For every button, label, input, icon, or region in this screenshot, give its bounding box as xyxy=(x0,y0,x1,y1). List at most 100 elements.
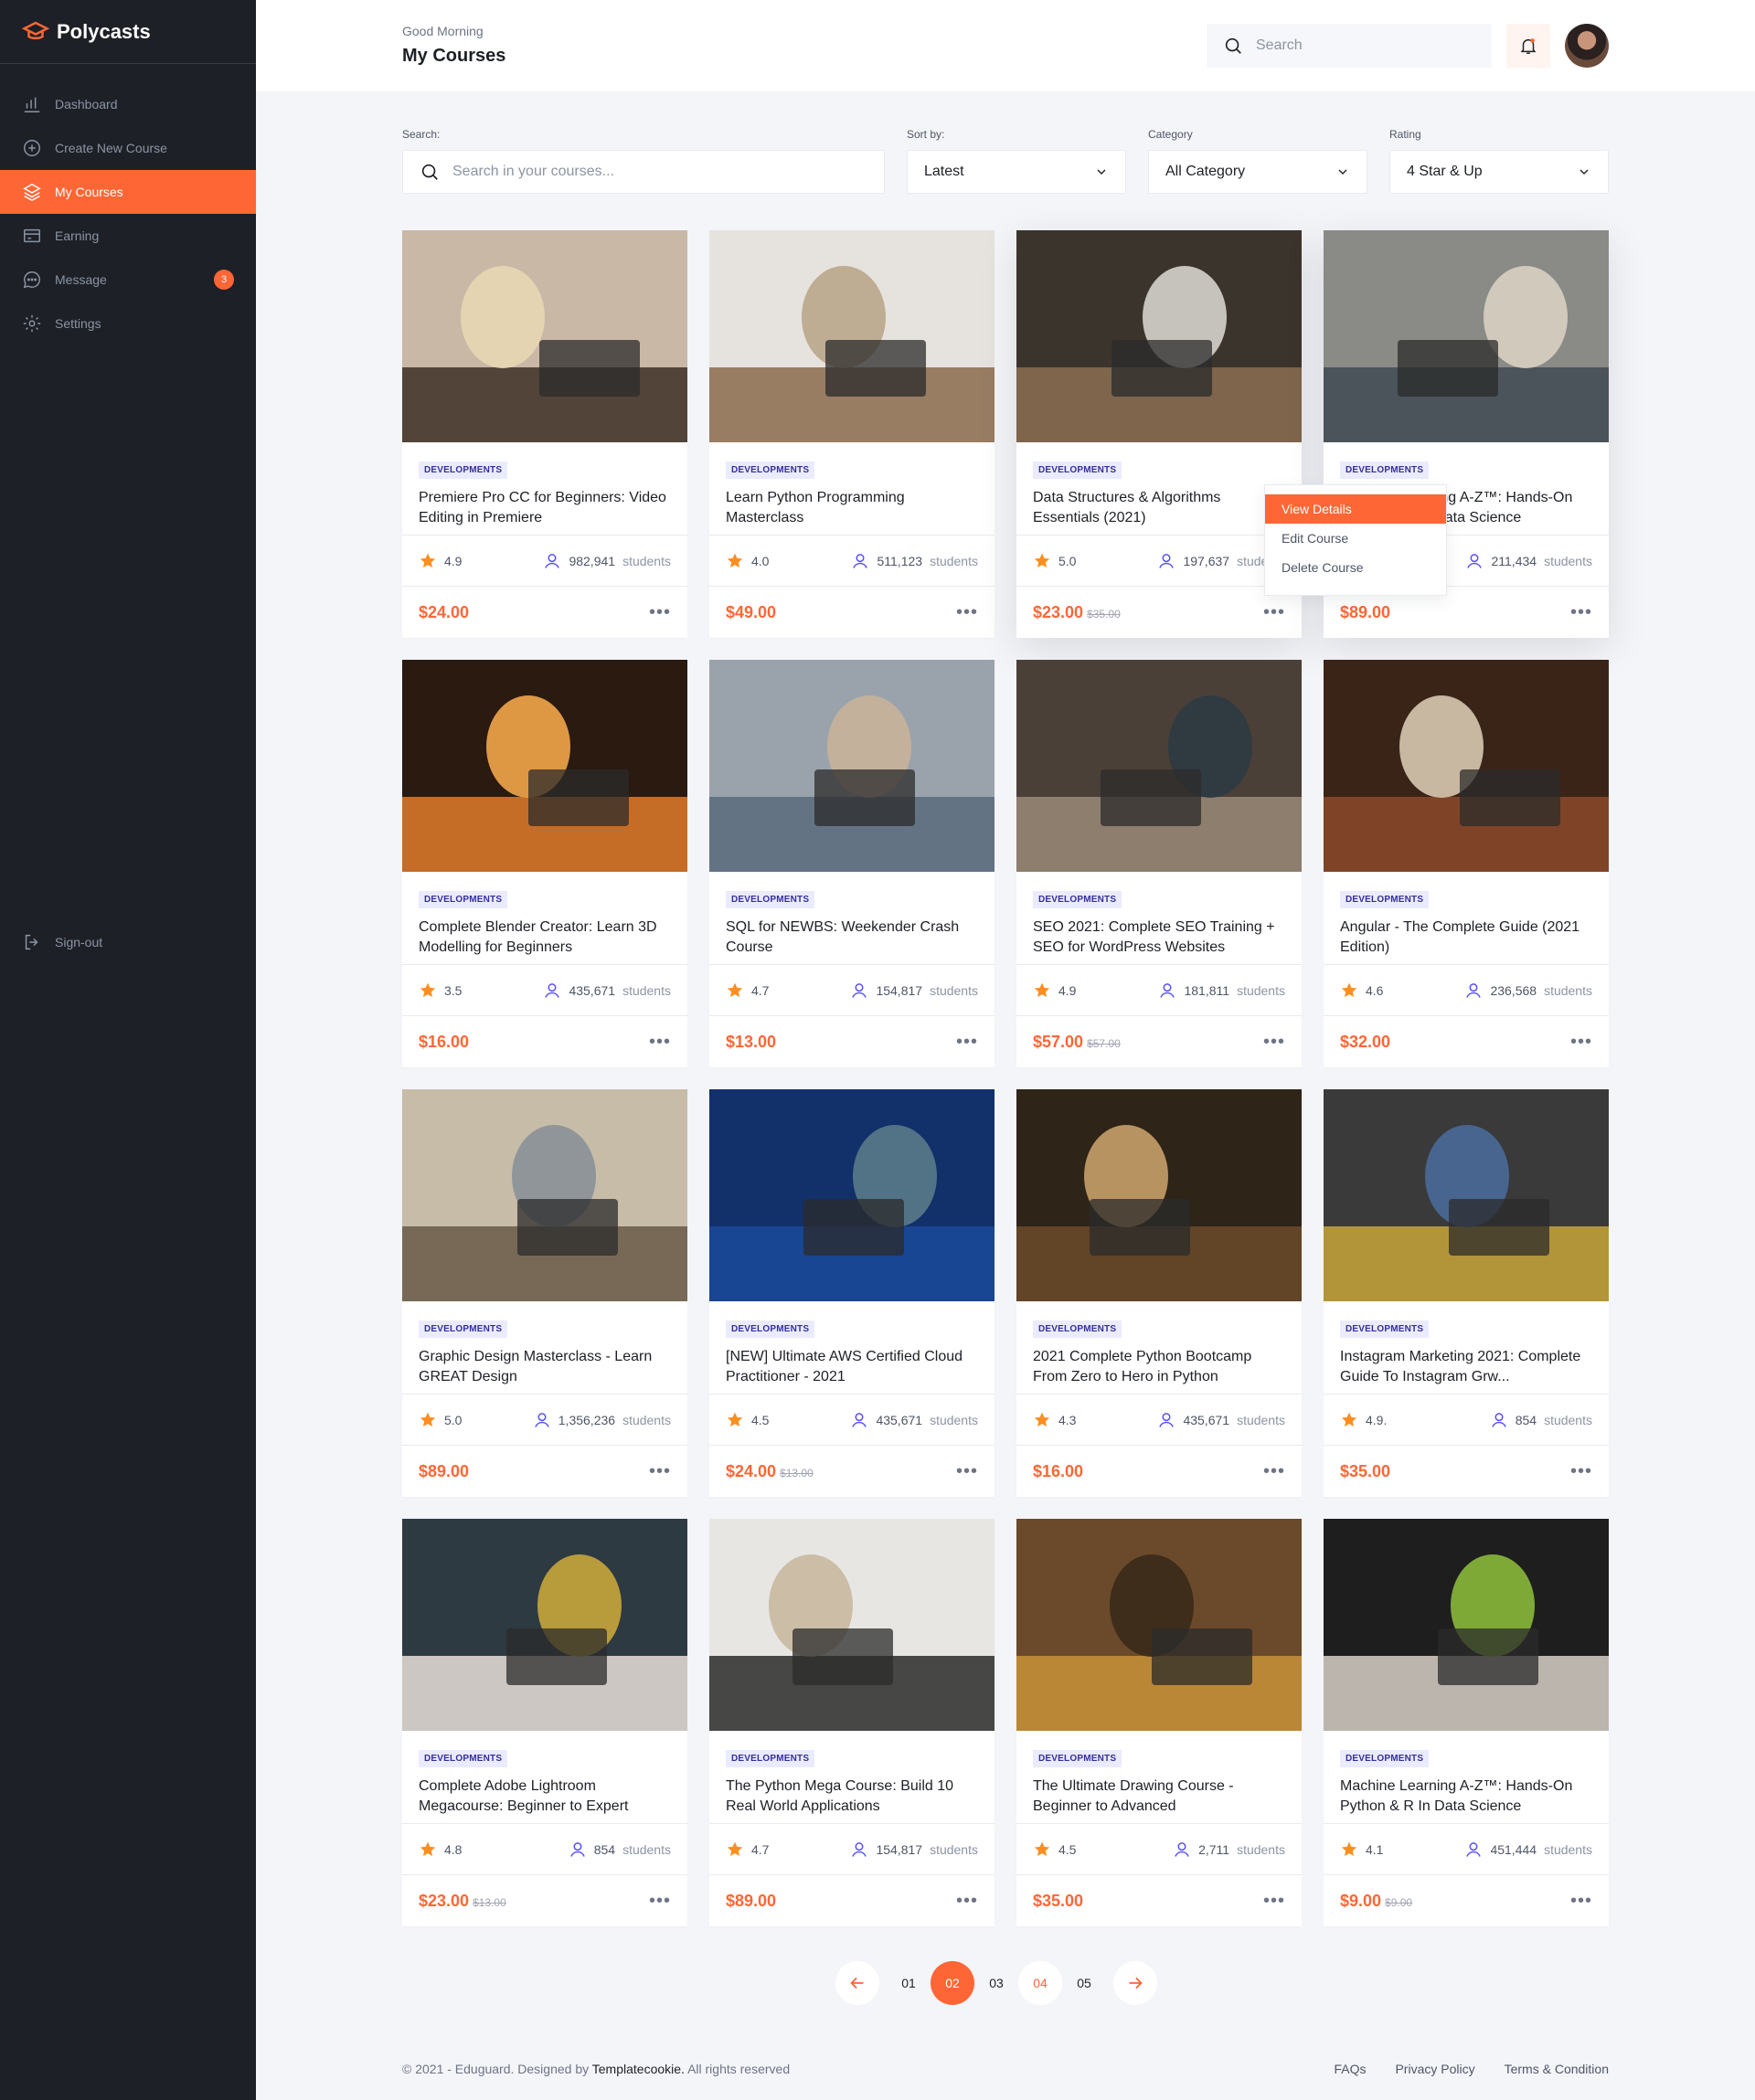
more-options-button[interactable]: ••• xyxy=(649,603,671,621)
rating-value: 3.5 xyxy=(444,982,463,998)
course-card[interactable]: DEVELOPMENTS Angular - The Complete Guid… xyxy=(1324,660,1609,1067)
course-title[interactable]: Data Structures & Algorithms Essentials … xyxy=(1033,488,1285,528)
more-options-button[interactable]: ••• xyxy=(649,1462,671,1480)
more-options-button[interactable]: ••• xyxy=(1570,1033,1592,1051)
course-card[interactable]: DEVELOPMENTS SQL for NEWBS: Weekender Cr… xyxy=(709,660,994,1067)
course-title[interactable]: Learn Python Programming Masterclass xyxy=(726,488,978,528)
page-03[interactable]: 03 xyxy=(974,1961,1018,2005)
course-title[interactable]: [NEW] Ultimate AWS Certified Cloud Pract… xyxy=(726,1347,978,1387)
course-search-input[interactable]: Search in your courses... xyxy=(402,150,885,194)
more-options-button[interactable]: ••• xyxy=(956,1033,978,1051)
next-page-button[interactable] xyxy=(1113,1961,1157,2005)
sidebar-item-my-courses[interactable]: My Courses xyxy=(0,170,256,214)
course-title[interactable]: Angular - The Complete Guide (2021 Editi… xyxy=(1340,917,1592,958)
course-rating: 4.7 xyxy=(726,981,769,1000)
course-thumbnail[interactable] xyxy=(709,660,994,872)
more-options-button[interactable]: ••• xyxy=(956,1892,978,1910)
course-card[interactable]: DEVELOPMENTS Premiere Pro CC for Beginne… xyxy=(402,230,687,638)
students-label: students xyxy=(1237,982,1285,998)
course-card[interactable]: DEVELOPMENTS Data Structures & Algorithm… xyxy=(1016,230,1302,638)
sidebar-item-label: Dashboard xyxy=(55,97,118,111)
course-card[interactable]: DEVELOPMENTS [NEW] Ultimate AWS Certifie… xyxy=(709,1089,994,1497)
brand-logo[interactable]: Polycasts xyxy=(0,0,256,64)
course-title[interactable]: SEO 2021: Complete SEO Training + SEO fo… xyxy=(1033,917,1285,958)
course-thumbnail[interactable] xyxy=(1016,230,1302,442)
course-thumbnail[interactable] xyxy=(402,230,687,442)
sidebar-item-dashboard[interactable]: Dashboard xyxy=(0,82,256,126)
page-01[interactable]: 01 xyxy=(887,1961,931,2005)
students-label: students xyxy=(1544,1412,1592,1427)
course-title[interactable]: Complete Blender Creator: Learn 3D Model… xyxy=(419,917,671,958)
course-category-badge: DEVELOPMENTS xyxy=(419,1750,508,1767)
course-thumbnail[interactable] xyxy=(1324,660,1609,872)
students-count: 854 xyxy=(593,1841,616,1857)
sidebar-item-earning[interactable]: Earning xyxy=(0,214,256,258)
prev-page-button[interactable] xyxy=(835,1961,879,2005)
course-title[interactable]: Machine Learning A-Z™: Hands-On Python &… xyxy=(1340,1777,1592,1817)
header-search-input[interactable]: Search xyxy=(1207,24,1492,68)
sort-select[interactable]: Latest xyxy=(907,150,1126,194)
more-options-button[interactable]: ••• xyxy=(1263,1892,1285,1910)
more-options-button[interactable]: ••• xyxy=(956,603,978,621)
course-card[interactable]: DEVELOPMENTS Complete Adobe Lightroom Me… xyxy=(402,1519,687,1926)
course-title[interactable]: SQL for NEWBS: Weekender Crash Course xyxy=(726,917,978,958)
sidebar-item-message[interactable]: Message 3 xyxy=(0,258,256,302)
delete-course-menu-item[interactable]: Delete Course xyxy=(1265,553,1446,582)
designer-link[interactable]: Templatecookie. xyxy=(592,2062,685,2076)
more-options-button[interactable]: ••• xyxy=(649,1892,671,1910)
course-card[interactable]: DEVELOPMENTS Complete Blender Creator: L… xyxy=(402,660,687,1067)
course-card[interactable]: DEVELOPMENTS SEO 2021: Complete SEO Trai… xyxy=(1016,660,1302,1067)
course-title[interactable]: Complete Adobe Lightroom Megacourse: Beg… xyxy=(419,1777,671,1817)
notification-button[interactable] xyxy=(1506,24,1550,68)
course-thumbnail[interactable] xyxy=(402,660,687,872)
more-options-button[interactable]: ••• xyxy=(1263,1033,1285,1051)
course-card[interactable]: DEVELOPMENTS Instagram Marketing 2021: C… xyxy=(1324,1089,1609,1497)
signout-button[interactable]: Sign-out xyxy=(0,920,256,964)
course-thumbnail[interactable] xyxy=(709,1519,994,1731)
course-title[interactable]: The Python Mega Course: Build 10 Real Wo… xyxy=(726,1777,978,1817)
page-02[interactable]: 02 xyxy=(931,1961,974,2005)
course-card[interactable]: DEVELOPMENTS The Python Mega Course: Bui… xyxy=(709,1519,994,1926)
footer-link-terms[interactable]: Terms & Condition xyxy=(1505,2062,1609,2076)
course-title[interactable]: The Ultimate Drawing Course - Beginner t… xyxy=(1033,1777,1285,1817)
more-options-button[interactable]: ••• xyxy=(1263,603,1285,621)
page-04[interactable]: 04 xyxy=(1018,1961,1062,2005)
course-card[interactable]: DEVELOPMENTS Graphic Design Masterclass … xyxy=(402,1089,687,1497)
more-options-button[interactable]: ••• xyxy=(956,1462,978,1480)
sidebar-item-settings[interactable]: Settings xyxy=(0,302,256,345)
page-05[interactable]: 05 xyxy=(1062,1961,1106,2005)
course-thumbnail[interactable] xyxy=(709,1089,994,1301)
course-thumbnail[interactable] xyxy=(1016,660,1302,872)
category-select[interactable]: All Category xyxy=(1148,150,1367,194)
course-card[interactable]: DEVELOPMENTS The Ultimate Drawing Course… xyxy=(1016,1519,1302,1926)
course-card[interactable]: DEVELOPMENTS Learn Python Programming Ma… xyxy=(709,230,994,638)
sidebar-item-create-course[interactable]: Create New Course xyxy=(0,126,256,170)
course-title[interactable]: Premiere Pro CC for Beginners: Video Edi… xyxy=(419,488,671,528)
course-card[interactable]: DEVELOPMENTS 2021 Complete Python Bootca… xyxy=(1016,1089,1302,1497)
more-options-button[interactable]: ••• xyxy=(1263,1462,1285,1480)
more-options-button[interactable]: ••• xyxy=(1570,603,1592,621)
course-title[interactable]: Graphic Design Masterclass - Learn GREAT… xyxy=(419,1347,671,1387)
course-thumbnail[interactable] xyxy=(402,1089,687,1301)
more-options-button[interactable]: ••• xyxy=(1570,1462,1592,1480)
footer-link-faqs[interactable]: FAQs xyxy=(1334,2062,1366,2076)
course-thumbnail[interactable] xyxy=(1324,230,1609,442)
course-thumbnail[interactable] xyxy=(1324,1089,1609,1301)
course-thumbnail[interactable] xyxy=(709,230,994,442)
more-options-button[interactable]: ••• xyxy=(1570,1892,1592,1910)
course-thumbnail[interactable] xyxy=(402,1519,687,1731)
footer-link-privacy[interactable]: Privacy Policy xyxy=(1395,2062,1474,2076)
course-thumbnail[interactable] xyxy=(1324,1519,1609,1731)
rating-select[interactable]: 4 Star & Up xyxy=(1389,150,1609,194)
course-thumbnail[interactable] xyxy=(1016,1519,1302,1731)
user-avatar[interactable] xyxy=(1565,24,1609,68)
course-title[interactable]: Instagram Marketing 2021: Complete Guide… xyxy=(1340,1347,1592,1387)
price-value: $49.00 xyxy=(726,602,777,621)
course-card[interactable]: DEVELOPMENTS Machine Learning A-Z™: Hand… xyxy=(1324,1519,1609,1926)
course-rating: 4.5 xyxy=(726,1411,769,1429)
edit-course-menu-item[interactable]: Edit Course xyxy=(1265,524,1446,553)
view-details-menu-item[interactable]: View Details xyxy=(1265,494,1446,524)
more-options-button[interactable]: ••• xyxy=(649,1033,671,1051)
course-thumbnail[interactable] xyxy=(1016,1089,1302,1301)
course-title[interactable]: 2021 Complete Python Bootcamp From Zero … xyxy=(1033,1347,1285,1387)
